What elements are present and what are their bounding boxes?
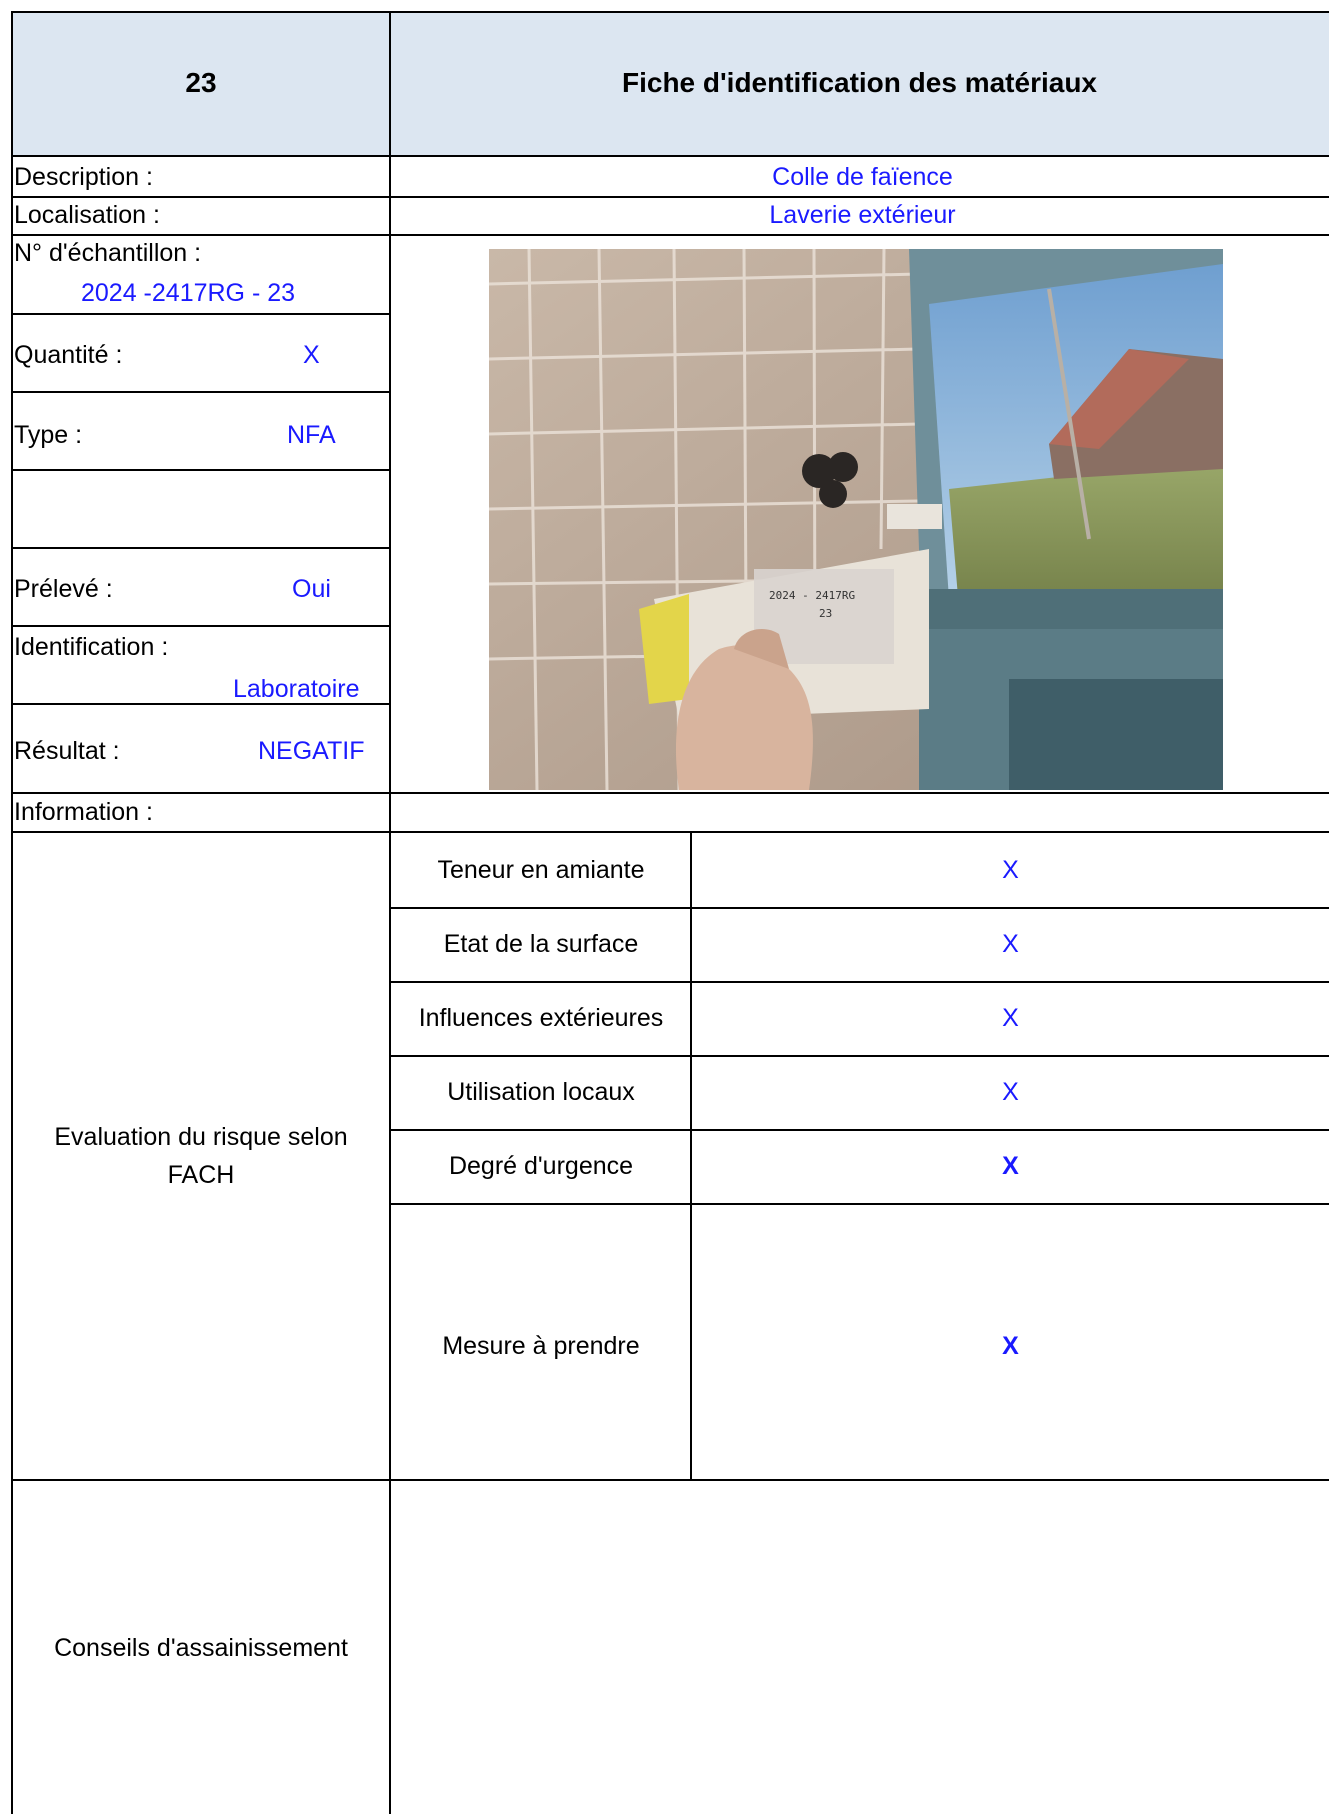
result-value: NEGATIF — [258, 737, 365, 765]
eval-row-value: X — [1002, 1332, 1019, 1360]
evaluation-title-line2: FACH — [167, 1161, 235, 1189]
description-value: Colle de faïence — [772, 163, 953, 191]
eval-row-label: Mesure à prendre — [442, 1332, 640, 1360]
description-label: Description : — [14, 163, 153, 191]
conseils-label: Conseils d'assainissement — [54, 1634, 348, 1662]
eval-row-label: Etat de la surface — [443, 930, 639, 958]
identification-value: Laboratoire — [233, 675, 360, 703]
eval-row-value: X — [1002, 856, 1019, 884]
result-label: Résultat : — [14, 737, 120, 765]
information-label: Information : — [14, 798, 153, 826]
type-label: Type : — [14, 421, 83, 449]
localisation-label: Localisation : — [14, 201, 160, 229]
identification-sheet: 23 Fiche d'identification des matériaux … — [0, 0, 1329, 1814]
sheet-title: Fiche d'identification des matériaux — [622, 67, 1097, 98]
sample-number-label: N° d'échantillon : — [14, 239, 202, 267]
eval-row-value: X — [1002, 1152, 1019, 1180]
eval-row-label: Degré d'urgence — [448, 1152, 634, 1180]
sheet-number: 23 — [185, 67, 217, 98]
eval-row-label: Utilisation locaux — [447, 1078, 635, 1106]
eval-row-label: Influences extérieures — [418, 1004, 664, 1032]
quantity-label: Quantité : — [14, 341, 123, 369]
sample-number-value: 2024 -2417RG - 23 — [81, 279, 296, 307]
eval-row-value: X — [1002, 1078, 1019, 1106]
preleve-value: Oui — [292, 575, 331, 603]
localisation-value: Laverie extérieur — [769, 201, 956, 229]
eval-row-value: X — [1002, 1004, 1019, 1032]
eval-row-value: X — [1002, 930, 1019, 958]
photo-label-line1: 2024 - 2417RG — [769, 589, 855, 602]
identification-label: Identification : — [14, 633, 169, 661]
sample-photo: 2024 - 2417RG 23 — [489, 249, 1223, 790]
quantity-value: X — [303, 341, 320, 369]
photo-label-line2: 23 — [819, 607, 832, 620]
eval-row-label: Teneur en amiante — [437, 856, 645, 884]
type-value: NFA — [287, 421, 336, 449]
evaluation-title-line1: Evaluation du risque selon — [54, 1123, 348, 1151]
preleve-label: Prélevé : — [14, 575, 113, 603]
